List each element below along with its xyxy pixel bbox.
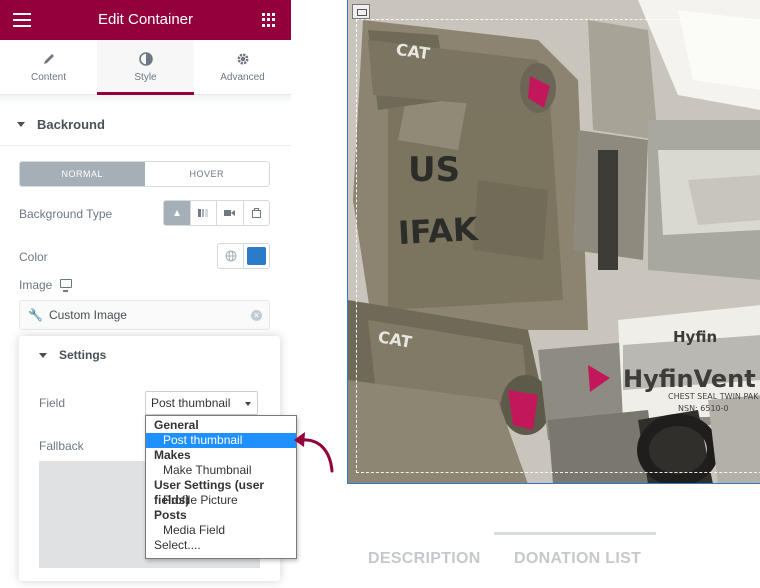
tab-style-label: Style <box>134 72 157 83</box>
tab-content-label: Content <box>30 72 67 83</box>
classic-icon[interactable] <box>164 201 190 225</box>
clear-icon[interactable]: ✕ <box>251 310 262 321</box>
panel-header: Edit Container <box>0 0 291 40</box>
dropdown-option[interactable]: Post thumbnail <box>146 433 296 448</box>
field-select[interactable]: Post thumbnail <box>145 391 258 415</box>
custom-image-field[interactable]: 🔧 Custom Image ✕ <box>19 300 270 330</box>
dropdown-group: Posts <box>154 508 187 522</box>
caret-down-icon <box>39 352 47 358</box>
tab-advanced[interactable]: Advanced <box>194 40 291 94</box>
wrench-icon: 🔧 <box>28 308 43 322</box>
hover-tab[interactable]: HOVER <box>145 162 270 186</box>
field-select-value: Post thumbnail <box>151 396 231 410</box>
settings-header[interactable]: Settings <box>19 336 280 374</box>
gradient-icon[interactable] <box>189 201 217 225</box>
dropdown-group: Makes <box>154 448 191 462</box>
image-label: Image <box>19 278 53 292</box>
gear-icon <box>237 53 248 65</box>
container-dashed-outline <box>356 19 760 473</box>
contrast-icon <box>138 52 153 66</box>
section-background-header[interactable]: Backround <box>0 104 291 146</box>
state-switch: NORMAL HOVER <box>19 161 270 187</box>
section-title: Backround <box>37 117 105 132</box>
color-swatch[interactable] <box>247 247 266 265</box>
video-icon[interactable] <box>216 201 243 225</box>
tab-content[interactable]: Content <box>0 40 97 94</box>
tab-donation-list[interactable]: DONATION LIST <box>514 550 641 568</box>
fallback-label: Fallback <box>39 439 84 453</box>
panel-tabs: Content Style Advanced <box>0 40 291 95</box>
container-handle-icon[interactable] <box>352 4 370 19</box>
background-type-control <box>163 200 270 226</box>
globe-icon[interactable] <box>218 244 244 268</box>
container-preview[interactable]: US IFAK CAT CAT Hyfin HyfinVent CHEST SE… <box>347 0 760 484</box>
color-control <box>217 243 270 269</box>
dropdown-option[interactable]: Media Field <box>146 523 296 538</box>
background-type-label: Background Type <box>19 207 113 221</box>
field-dropdown: General Post thumbnail Makes Make Thumbn… <box>145 415 297 559</box>
tab-advanced-label: Advanced <box>220 72 265 83</box>
dropdown-option[interactable]: Make Thumbnail <box>146 463 296 478</box>
caret-down-icon <box>17 122 25 127</box>
color-label: Color <box>19 250 48 264</box>
dropdown-select-more[interactable]: Select.... <box>146 538 296 553</box>
custom-image-label: Custom Image <box>48 308 127 322</box>
pencil-icon <box>43 54 54 64</box>
grid-icon[interactable] <box>262 13 276 27</box>
tab-indicator <box>494 532 656 535</box>
divider <box>0 95 291 104</box>
monitor-icon <box>60 279 72 292</box>
product-tabs: DESCRIPTION DONATION LIST <box>347 530 760 588</box>
dropdown-group: User Settings (user fields) <box>154 478 265 507</box>
panel-title: Edit Container <box>97 11 194 28</box>
tab-description[interactable]: DESCRIPTION <box>368 550 481 568</box>
chevron-down-icon <box>245 402 251 406</box>
tab-style[interactable]: Style <box>97 40 194 95</box>
slideshow-icon[interactable] <box>242 201 270 225</box>
settings-title: Settings <box>59 348 107 362</box>
dropdown-option[interactable]: Profile Picture <box>146 493 296 508</box>
normal-tab[interactable]: NORMAL <box>20 162 145 186</box>
annotation-arrow-icon <box>294 432 334 473</box>
dropdown-group: General <box>154 418 199 432</box>
field-label: Field <box>39 396 66 410</box>
